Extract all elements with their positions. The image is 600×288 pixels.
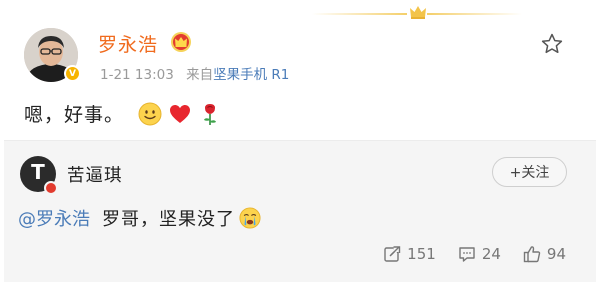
action-bar: 151 24 94: [383, 245, 566, 263]
verified-badge-icon: V: [64, 65, 81, 82]
post-username[interactable]: 罗永浩: [98, 30, 158, 57]
comment-count: 24: [481, 245, 501, 263]
post-text: 嗯，好事。: [24, 104, 125, 126]
mention-link[interactable]: @罗永浩: [18, 205, 90, 231]
retweet-username[interactable]: 苦逼琪: [67, 162, 123, 187]
like-button[interactable]: 94: [523, 245, 566, 263]
retweet-text: 罗哥，坚果没了: [102, 209, 235, 230]
repost-button[interactable]: 151: [383, 245, 436, 263]
verified-badge-icon: [44, 181, 58, 195]
follow-button[interactable]: +关注: [492, 157, 567, 187]
source-prefix: 来自: [186, 67, 214, 83]
like-count: 94: [546, 245, 566, 263]
comment-button[interactable]: 24: [458, 245, 501, 263]
heart-emoji-icon: [170, 104, 191, 123]
smile-emoji-icon: [138, 102, 162, 125]
post-time: 1-21 13:03: [100, 67, 174, 83]
favorite-star-icon[interactable]: [540, 32, 564, 56]
retweet-card[interactable]: T 苦逼琪 +关注 @罗永浩 罗哥，坚果没了 151 24 94: [4, 140, 596, 282]
crying-emoji-icon: [239, 207, 261, 229]
comment-icon: [459, 247, 475, 262]
weibo-post: V 罗永浩 1-21 13:03 来自坚果手机 R1 嗯，好事。: [0, 0, 600, 140]
rose-emoji-icon: [204, 103, 217, 125]
post-body: 嗯，好事。: [24, 100, 222, 127]
repost-icon: [384, 246, 401, 262]
thumbs-up-icon: [523, 246, 541, 263]
retweet-body: @罗永浩 罗哥，坚果没了: [18, 205, 261, 231]
repost-count: 151: [407, 245, 436, 263]
vip-crown-icon[interactable]: [170, 31, 192, 53]
post-meta: 1-21 13:03 来自坚果手机 R1: [100, 63, 289, 83]
post-source[interactable]: 坚果手机 R1: [213, 67, 289, 83]
